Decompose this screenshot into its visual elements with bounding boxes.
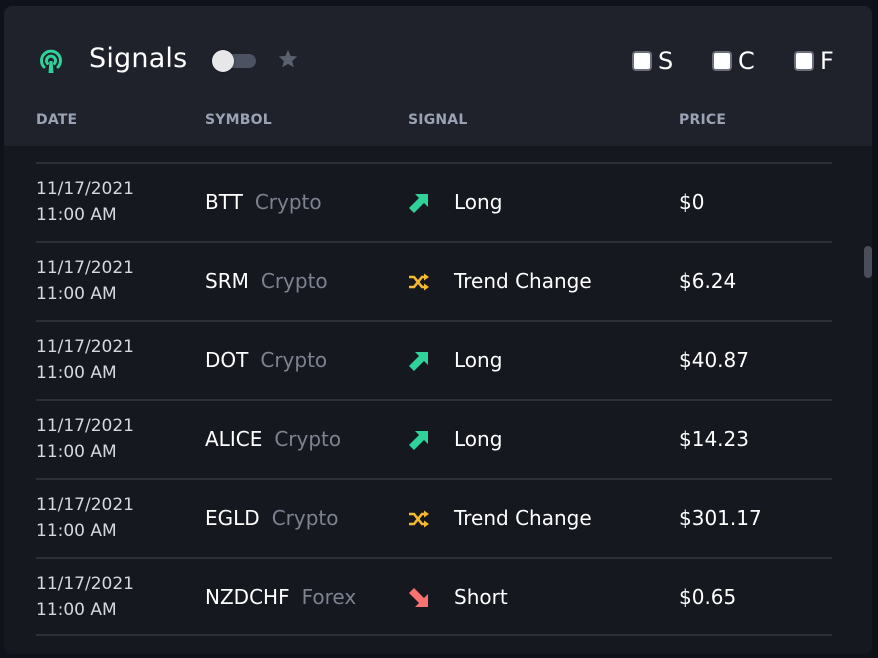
signals-panel: Signals S C F DATE SYMBOL SIGNAL PRICE 1… — [4, 6, 872, 654]
checkbox-box[interactable] — [632, 51, 652, 71]
row-date: 11/17/2021 — [36, 337, 134, 357]
scrollbar-thumb[interactable] — [864, 246, 872, 278]
table-row[interactable]: 11/17/2021 11:00 AM NZDCHF Forex Short $0.65 — [36, 557, 832, 636]
row-symbol: BTT — [205, 190, 243, 214]
table-row[interactable]: 11/17/2021 11:00 AM BTT Crypto Long $0 — [36, 162, 832, 241]
shuffle-icon — [407, 507, 431, 531]
row-time: 11:00 AM — [36, 600, 117, 620]
row-time: 11:00 AM — [36, 363, 117, 383]
toggle-knob — [212, 50, 234, 72]
row-datetime: 11/17/2021 11:00 AM — [36, 571, 134, 623]
column-header-symbol[interactable]: SYMBOL — [205, 112, 272, 128]
row-price: $6.24 — [679, 269, 737, 293]
shuffle-icon — [407, 270, 431, 294]
row-symbol-cell[interactable]: EGLD Crypto — [205, 506, 338, 530]
table-row[interactable]: 11/17/2021 11:00 AM SRM Crypto Trend Change $… — [36, 241, 832, 320]
row-price: $0.65 — [679, 585, 737, 609]
row-datetime: 11/17/2021 11:00 AM — [36, 176, 134, 228]
row-price: $301.17 — [679, 506, 762, 530]
row-asset-type: Crypto — [260, 348, 328, 372]
row-date: 11/17/2021 — [36, 258, 134, 278]
row-asset-type: Crypto — [271, 506, 339, 530]
row-symbol: DOT — [205, 348, 249, 372]
row-signal: Short — [454, 585, 508, 609]
row-asset-type: Crypto — [274, 427, 342, 451]
checkbox-box[interactable] — [794, 51, 814, 71]
filter-f-checkbox[interactable]: F — [794, 47, 834, 75]
checkbox-box[interactable] — [712, 51, 732, 71]
row-time: 11:00 AM — [36, 521, 117, 541]
row-time: 11:00 AM — [36, 442, 117, 462]
filter-label: F — [820, 47, 834, 75]
row-date: 11/17/2021 — [36, 179, 134, 199]
row-symbol-cell[interactable]: BTT Crypto — [205, 190, 322, 214]
row-date: 11/17/2021 — [36, 416, 134, 436]
row-datetime: 11/17/2021 11:00 AM — [36, 413, 134, 465]
row-asset-type: Crypto — [254, 190, 322, 214]
filter-s-checkbox[interactable]: S — [632, 47, 674, 75]
row-date: 11/17/2021 — [36, 574, 134, 594]
scroll-gutter — [872, 0, 878, 658]
row-asset-type: Forex — [301, 585, 357, 609]
row-symbol-cell[interactable]: DOT Crypto — [205, 348, 327, 372]
row-datetime: 11/17/2021 11:00 AM — [36, 492, 134, 544]
table-row[interactable]: 11/17/2021 11:00 AM DOT Crypto Long $40.87 — [36, 320, 832, 399]
column-header-price[interactable]: PRICE — [679, 112, 726, 128]
row-symbol: SRM — [205, 269, 249, 293]
broadcast-signal-icon — [40, 49, 62, 73]
row-time: 11:00 AM — [36, 284, 117, 304]
row-signal: Long — [454, 427, 503, 451]
signals-table: 11/17/2021 11:00 AM BTT Crypto Long $0 11/17/2… — [36, 162, 832, 636]
filter-label: C — [738, 47, 755, 75]
title-row: Signals S C F — [4, 6, 872, 102]
row-price: $0 — [679, 190, 705, 214]
filter-c-checkbox[interactable]: C — [712, 47, 755, 75]
row-symbol-cell[interactable]: ALICE Crypto — [205, 427, 341, 451]
row-datetime: 11/17/2021 11:00 AM — [36, 334, 134, 386]
row-signal: Long — [454, 348, 503, 372]
row-signal: Trend Change — [454, 506, 592, 530]
row-price: $40.87 — [679, 348, 749, 372]
row-symbol: ALICE — [205, 427, 263, 451]
arrow-down-right-icon — [407, 586, 431, 610]
row-symbol-cell[interactable]: SRM Crypto — [205, 269, 328, 293]
arrow-up-right-icon — [407, 349, 431, 373]
row-symbol: NZDCHF — [205, 585, 290, 609]
column-header-date[interactable]: DATE — [36, 112, 77, 128]
arrow-up-right-icon — [407, 191, 431, 215]
row-price: $14.23 — [679, 427, 749, 451]
row-symbol-cell[interactable]: NZDCHF Forex — [205, 585, 356, 609]
filter-label: S — [658, 47, 674, 75]
star-icon[interactable] — [277, 48, 299, 70]
column-header-signal[interactable]: SIGNAL — [408, 112, 467, 128]
row-date: 11/17/2021 — [36, 495, 134, 515]
row-time: 11:00 AM — [36, 205, 117, 225]
panel-title: Signals — [89, 43, 188, 74]
arrow-up-right-icon — [407, 428, 431, 452]
row-signal: Trend Change — [454, 269, 592, 293]
panel-header: Signals S C F DATE SYMBOL SIGNAL PRICE — [4, 6, 872, 146]
row-datetime: 11/17/2021 11:00 AM — [36, 255, 134, 307]
row-symbol: EGLD — [205, 506, 260, 530]
row-signal: Long — [454, 190, 503, 214]
table-row[interactable]: 11/17/2021 11:00 AM EGLD Crypto Trend Change… — [36, 478, 832, 557]
signals-toggle[interactable] — [212, 50, 258, 72]
row-asset-type: Crypto — [260, 269, 328, 293]
table-row[interactable]: 11/17/2021 11:00 AM ALICE Crypto Long $14.23 — [36, 399, 832, 478]
